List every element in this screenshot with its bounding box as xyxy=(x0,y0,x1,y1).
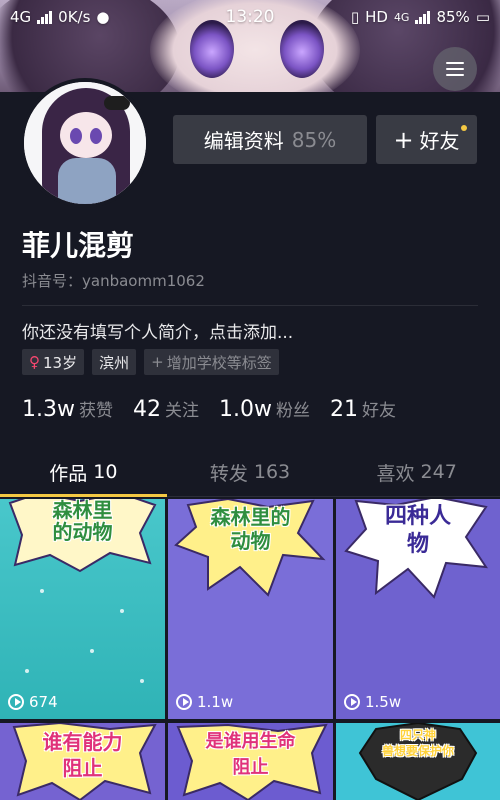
play-icon xyxy=(8,694,24,710)
plus-icon: + xyxy=(393,125,414,154)
profile-id: 抖音号：yanbaomm1062 xyxy=(22,270,205,291)
video-thumbnail[interactable]: 四种人物 1.5w xyxy=(336,499,500,719)
stat-number: 42 xyxy=(132,397,161,422)
profile-completion: 85% xyxy=(291,127,337,152)
divider xyxy=(22,305,478,306)
notification-dot xyxy=(461,125,467,131)
menu-button[interactable] xyxy=(433,47,477,91)
add-school-label: 增加学校等标签 xyxy=(166,353,272,372)
stat-label: 关注 xyxy=(164,401,199,421)
profile-id-label: 抖音号： xyxy=(22,272,83,290)
edit-profile-label: 编辑资料 xyxy=(203,129,284,153)
city-tag[interactable]: 滨州 xyxy=(92,349,137,375)
tab-label: 作品 xyxy=(49,462,88,485)
video-thumbnail[interactable]: 是谁用生命 阻止 xyxy=(168,723,333,800)
tab-count: 10 xyxy=(93,461,118,483)
status-bar: 4G 0K/s ● 13:20 ▯ HD 4G 85% ▭ xyxy=(0,0,500,34)
stat-number: 1.3w xyxy=(22,397,75,422)
female-icon: ♀ xyxy=(29,353,40,371)
play-icon xyxy=(344,694,360,710)
play-count: 1.1w xyxy=(176,693,233,711)
stat-label: 好友 xyxy=(361,401,396,421)
video-title: 谁有能力 阻止 xyxy=(42,730,123,780)
stat-followers[interactable]: 1.0w 粉丝 xyxy=(219,396,310,422)
video-title: 森林里的动物 xyxy=(52,499,113,544)
tab-label: 喜欢 xyxy=(376,462,415,485)
stat-following[interactable]: 42 关注 xyxy=(133,396,199,422)
video-thumbnail[interactable]: 森林里的 动物 1.1w xyxy=(168,499,333,719)
video-thumbnail[interactable]: 四只神 兽想要保护你 xyxy=(336,723,500,800)
stat-likes[interactable]: 1.3w 获赞 xyxy=(22,396,113,422)
edit-profile-button[interactable]: 编辑资料 85% xyxy=(173,115,367,164)
video-title: 森林里的动物 xyxy=(210,505,291,553)
video-title: 四种人物 xyxy=(384,504,451,557)
age-tag[interactable]: ♀ 13岁 xyxy=(22,349,85,375)
tab-label: 转发 xyxy=(209,462,248,485)
age-label: 13岁 xyxy=(43,353,78,372)
stat-number: 1.0w xyxy=(218,397,272,422)
menu-icon xyxy=(446,62,464,76)
avatar[interactable] xyxy=(20,78,150,208)
video-title: 四只神 兽想要保护你 xyxy=(381,728,454,758)
tab-active-indicator xyxy=(0,494,167,497)
play-icon xyxy=(176,694,192,710)
tab-works[interactable]: 作品 10 xyxy=(0,447,167,497)
stat-friends[interactable]: 21 好友 xyxy=(330,396,396,422)
add-friend-label: 好友 xyxy=(419,129,460,153)
play-count: 1.5w xyxy=(344,693,401,711)
tab-reposts[interactable]: 转发 163 xyxy=(167,447,334,497)
profile-id-value: yanbaomm1062 xyxy=(82,272,205,290)
stat-number: 21 xyxy=(329,397,358,422)
city-label: 滨州 xyxy=(99,353,130,372)
profile-tags: ♀ 13岁 滨州 + 增加学校等标签 xyxy=(22,349,279,375)
tab-count: 163 xyxy=(253,461,291,483)
video-title: 是谁用生命 阻止 xyxy=(205,731,296,778)
video-thumbnail[interactable]: 森林里 的动物 674 xyxy=(0,499,165,719)
play-count: 674 xyxy=(8,693,58,711)
profile-name: 菲儿混剪 xyxy=(22,229,135,262)
clock: 13:20 xyxy=(225,7,275,27)
add-school-tag[interactable]: + 增加学校等标签 xyxy=(144,349,279,375)
profile-bio[interactable]: 你还没有填写个人简介，点击添加... xyxy=(22,318,293,343)
add-friend-button[interactable]: + 好友 xyxy=(376,115,477,164)
tab-count: 247 xyxy=(420,461,457,483)
tab-likes[interactable]: 喜欢 247 xyxy=(333,447,500,497)
profile-stats: 1.3w 获赞 42 关注 1.0w 粉丝 21 好友 xyxy=(22,396,396,422)
stat-label: 粉丝 xyxy=(275,401,310,421)
video-grid: 森林里 的动物 674 森林里的 动物 1.1w 四种人物 1.5w 谁有能力 … xyxy=(0,499,500,800)
stat-label: 获赞 xyxy=(78,401,113,421)
video-thumbnail[interactable]: 谁有能力 阻止 xyxy=(0,723,165,800)
plus-icon: + xyxy=(151,353,164,371)
content-tabs: 作品 10 转发 163 喜欢 247 xyxy=(0,447,500,497)
